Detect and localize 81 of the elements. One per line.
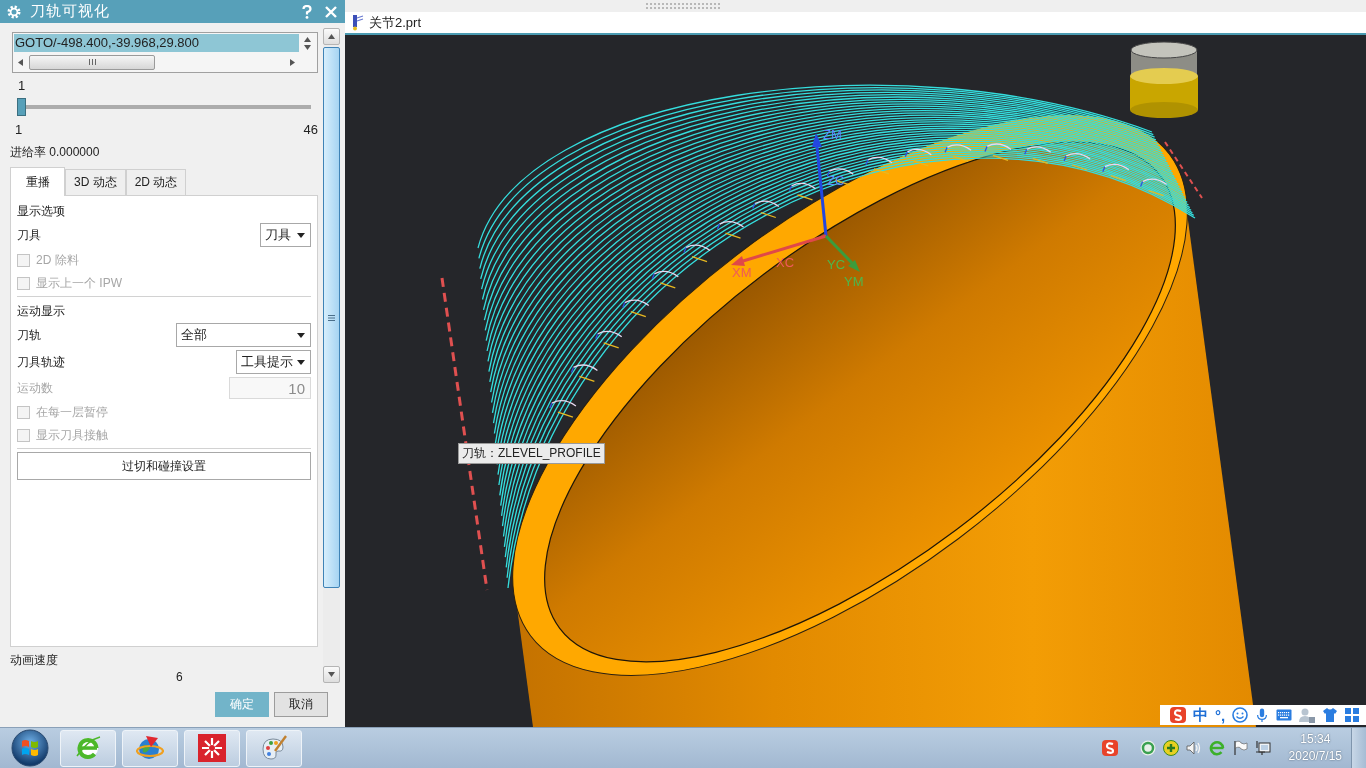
tab[interactable]: 3D 动态 (65, 169, 126, 195)
slider-max-label: 46 (303, 122, 318, 138)
user-icon[interactable] (1299, 707, 1316, 723)
up-arrow-icon (328, 34, 335, 39)
tooltip: 刀轨：ZLEVEL_PROFILE (458, 443, 605, 464)
help-icon[interactable] (302, 4, 312, 19)
field-label: 运动数 (17, 379, 53, 397)
scroll-thumb[interactable] (29, 54, 155, 70)
ring-icon[interactable] (1139, 740, 1156, 756)
axis-label: YC (827, 257, 846, 272)
scrollbar[interactable] (323, 28, 340, 683)
document-tab[interactable]: 关节2.prt (345, 12, 427, 33)
grid-icon[interactable] (1345, 708, 1360, 722)
taskbar-button[interactable] (246, 729, 302, 767)
gear-icon (7, 4, 21, 19)
slider-min-label: 1 (15, 122, 23, 138)
dashed-line (1164, 141, 1203, 199)
feed-rate-text: 进给率 0.000000 (10, 145, 100, 159)
section-heading: 显示选项 (17, 202, 66, 220)
arrows-burst-icon (198, 734, 226, 762)
dropdown[interactable]: 全部 (176, 323, 311, 347)
checkbox-label: 在每一层暂停 (36, 403, 108, 421)
settings-button[interactable]: 过切和碰撞设置 (17, 452, 311, 480)
animation-speed-label: 动画速度 (10, 653, 58, 667)
left-arrow-icon[interactable] (18, 58, 23, 66)
list-item[interactable]: GOTO/-498.400,-39.968,29.800 (14, 34, 299, 52)
logo-icon[interactable] (1170, 707, 1186, 723)
close-icon[interactable] (325, 5, 337, 18)
tab[interactable]: 重播 (10, 167, 65, 196)
network-icon[interactable] (1254, 740, 1271, 756)
microphone-icon[interactable] (1255, 708, 1270, 722)
taskbar-button[interactable] (60, 729, 116, 767)
plus-icon[interactable] (1162, 740, 1179, 756)
file-icon (351, 14, 364, 31)
slider-thumb[interactable] (17, 98, 26, 116)
field-label: 刀轨 (17, 326, 41, 344)
scroll-thumb[interactable] (323, 47, 340, 588)
caret-icon (297, 232, 305, 238)
list-box[interactable]: GOTO/-498.400,-39.968,29.800 (12, 32, 318, 73)
start-button[interactable] (11, 729, 49, 767)
right-arrow-icon[interactable] (290, 58, 295, 66)
input-mode-button[interactable]: 中 (1193, 705, 1208, 725)
checkbox-label: 显示刀具接触 (36, 426, 108, 444)
globe-icon (136, 734, 164, 762)
punctuation-button[interactable]: °, (1215, 706, 1226, 724)
palette-icon (260, 734, 288, 762)
dropdown[interactable]: 工具提示 (236, 350, 311, 374)
animation-speed-value: 6 (176, 670, 183, 684)
dialog-title: 刀轨可视化 (30, 2, 111, 21)
flag-icon[interactable] (1231, 740, 1248, 756)
shirt-icon[interactable] (1322, 707, 1339, 723)
slider-value: 1 (18, 78, 26, 93)
field-label: 刀具 (17, 226, 41, 244)
grip-icon (87, 59, 97, 65)
checkbox-label: 2D 除料 (36, 251, 79, 269)
section-heading: 运动显示 (17, 302, 66, 320)
logo-icon[interactable] (1101, 740, 1118, 756)
caret-icon (297, 332, 305, 338)
checkbox-label: 显示上一个 IPW (36, 274, 122, 292)
drag-grip-icon[interactable] (645, 3, 722, 9)
speaker-icon[interactable] (1185, 740, 1202, 756)
caret-icon (297, 359, 305, 365)
down-arrow-icon (328, 672, 335, 677)
grip-icon (328, 313, 335, 322)
taskbar-button[interactable] (184, 729, 240, 767)
show-desktop-button[interactable] (1351, 728, 1366, 768)
scroll-down-button[interactable] (323, 666, 340, 683)
smiley-icon[interactable] (1232, 707, 1249, 723)
e-circle-icon (74, 734, 102, 762)
axis-label: XM (732, 265, 752, 280)
down-arrow-icon[interactable] (304, 44, 311, 50)
up-arrow-icon[interactable] (304, 36, 311, 42)
axis-label: XC (776, 255, 795, 270)
cancel-button[interactable]: 取消 (274, 692, 328, 717)
field-label: 刀具轨迹 (17, 353, 65, 371)
axis-label: YM (844, 274, 864, 289)
taskbar-button[interactable] (122, 729, 178, 767)
tab[interactable]: 2D 动态 (125, 169, 187, 195)
dropdown[interactable]: 刀具 (260, 223, 311, 247)
scroll-up-button[interactable] (323, 28, 340, 45)
keyboard-icon[interactable] (1276, 707, 1293, 723)
